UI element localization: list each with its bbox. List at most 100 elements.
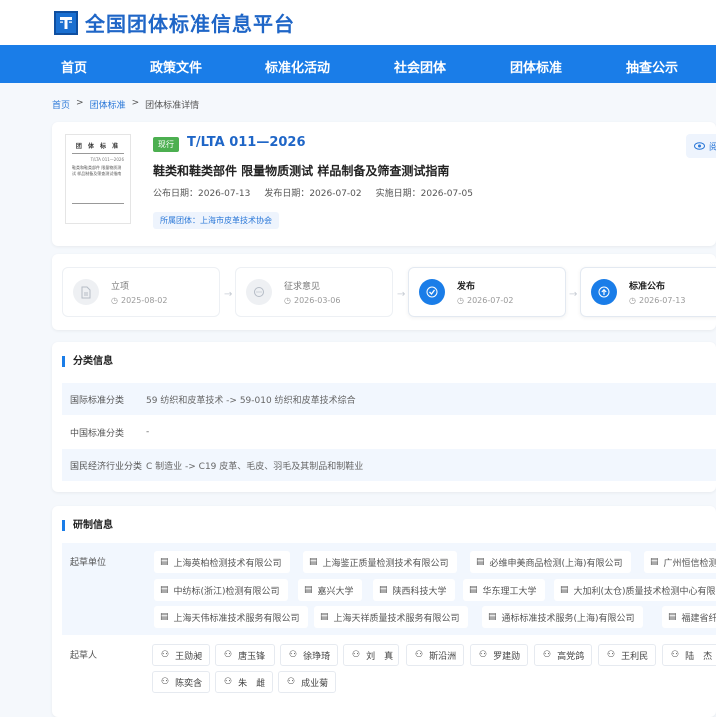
view-button[interactable]: 阅 (686, 134, 716, 158)
document-thumbnail[interactable]: 团 体 标 准 T/LTA 011—2026 鞋类和鞋类部件 限量物质测试 样品… (65, 134, 131, 224)
user-icon: ⚇ (479, 650, 488, 660)
drafting-unit[interactable]: ▤ 大加利(太仓)质量技术检测中心有限 (554, 579, 716, 601)
eye-icon (694, 142, 705, 150)
drafter-chip[interactable]: ⚇ 朱 雌 (215, 671, 273, 693)
implement-date: 实施日期：2026-07-05 (375, 189, 473, 199)
timeline-card: 立项 ◷ 2025-08-02 → 征求意见 ◷ 2026-03-06 → 发布 ◷… (52, 254, 716, 330)
drafting-unit[interactable]: ▤ 中纺标(浙江)检测有限公司 (154, 579, 288, 601)
upload-icon (591, 279, 617, 305)
timeline-step-publication: 标准公布 ◷ 2026-07-13 (580, 267, 716, 317)
standard-code: T/LTA 011—2026 (187, 135, 306, 150)
breadcrumb-home[interactable]: 首页 (52, 98, 70, 111)
classification-card: 分类信息 国际标准分类 59 纺织和皮革技术 -> 59-010 纺织和皮革技术… (52, 342, 716, 492)
standard-dates: 公布日期：2026-07-13 发布日期：2026-07-02 实施日期：202… (153, 186, 473, 199)
standard-summary-card: 团 体 标 准 T/LTA 011—2026 鞋类和鞋类部件 限量物质测试 样品… (52, 122, 716, 246)
drafting-unit[interactable]: ▤ 广州恒信检测 (644, 551, 716, 573)
breadcrumb-standards[interactable]: 团体标准 (90, 98, 126, 111)
user-icon: ⚇ (161, 677, 170, 687)
timeline-step-release: 发布 ◷ 2026-07-02 (408, 267, 566, 317)
drafter-chip[interactable]: ⚇ 徐琤琦 (280, 644, 338, 666)
drafting-unit[interactable]: ▤ 上海天伟标准技术服务有限公司 (154, 606, 308, 628)
drafting-unit[interactable]: ▤ 陕西科技大学 (373, 579, 455, 601)
drafter-chip[interactable]: ⚇ 王利民 (598, 644, 656, 666)
drafter-chip[interactable]: ⚇ 罗建勋 (470, 644, 528, 666)
drafting-unit[interactable]: ▤ 上海英柏检测技术有限公司 (154, 551, 290, 573)
drafting-unit[interactable]: ▤ 华东理工大学 (463, 579, 545, 601)
divider (72, 153, 124, 154)
classification-row-china: 中国标准分类 - (62, 416, 716, 448)
nav-item-policy[interactable]: 政策文件 (150, 57, 202, 76)
divider (72, 203, 124, 204)
breadcrumb-separator: > (131, 98, 140, 108)
row-value: C 制造业 -> C19 皮革、毛皮、羽毛及其制品和制鞋业 (146, 461, 364, 472)
clock-icon: ◷ (284, 296, 291, 305)
user-icon: ⚇ (224, 677, 233, 687)
building-icon: ▤ (160, 612, 169, 622)
publish-date: 公布日期：2026-07-13 (153, 189, 251, 199)
classification-row-international: 国际标准分类 59 纺织和皮革技术 -> 59-010 纺织和皮革技术综合 (62, 383, 716, 415)
building-icon: ▤ (668, 612, 677, 622)
drafter-chip[interactable]: ⚇ 刘 真 (343, 644, 399, 666)
drafting-unit[interactable]: ▤ 必维申美商品检测(上海)有限公司 (470, 551, 631, 573)
site-header: 全国团体标准信息平台 (0, 0, 716, 45)
clock-icon: ◷ (457, 296, 464, 305)
nav-item-inspection[interactable]: 抽查公示 (626, 57, 678, 76)
nav-item-organizations[interactable]: 社会团体 (394, 57, 446, 76)
site-logo-icon[interactable] (54, 10, 78, 35)
step-label: 发布 (457, 282, 476, 292)
thumbnail-code: T/LTA 011—2026 (90, 157, 124, 162)
site-title[interactable]: 全国团体标准信息平台 (85, 8, 295, 37)
document-icon (73, 279, 99, 305)
drafter-chip[interactable]: ⚇ 高党鸽 (534, 644, 592, 666)
user-icon: ⚇ (224, 650, 233, 660)
clock-icon: ◷ (629, 296, 636, 305)
drafting-unit[interactable]: ▤ 嘉兴大学 (298, 579, 362, 601)
clock-icon: ◷ (111, 296, 118, 305)
breadcrumb-separator: > (76, 98, 84, 108)
drafter-chip[interactable]: ⚇ 唐玉锋 (215, 644, 275, 666)
step-date: 2026-03-06 (293, 296, 341, 305)
drafter-chip[interactable]: ⚇ 陈奕含 (152, 671, 210, 693)
arrow-right-icon: → (569, 289, 578, 300)
nav-item-standards[interactable]: 团体标准 (510, 57, 562, 76)
building-icon: ▤ (160, 557, 169, 567)
building-icon: ▤ (469, 585, 478, 595)
timeline-step-comments: 征求意见 ◷ 2026-03-06 (235, 267, 393, 317)
building-icon: ▤ (160, 585, 169, 595)
drafting-unit[interactable]: ▤ 福建省纤 (662, 606, 716, 628)
user-icon: ⚇ (352, 650, 361, 660)
nav-item-home[interactable]: 首页 (61, 57, 87, 76)
standard-title: 鞋类和鞋类部件 限量物质测试 样品制备及筛查测试指南 (153, 164, 450, 178)
user-icon: ⚇ (543, 650, 552, 660)
building-icon: ▤ (560, 585, 569, 595)
release-date: 发布日期：2026-07-02 (264, 189, 362, 199)
building-icon: ▤ (304, 585, 313, 595)
building-icon: ▤ (650, 557, 659, 567)
status-badge: 现行 (153, 137, 179, 152)
arrow-right-icon: → (224, 289, 233, 300)
user-icon: ⚇ (161, 650, 170, 660)
step-label: 立项 (111, 282, 130, 292)
drafting-unit[interactable]: ▤ 上海天祥质量技术服务有限公司 (314, 606, 468, 628)
drafter-chip[interactable]: ⚇ 王勋昶 (152, 644, 210, 666)
building-icon: ▤ (379, 585, 388, 595)
breadcrumb: 首页 > 团体标准 > 团体标准详情 (52, 98, 199, 111)
drafter-chip[interactable]: ⚇ 斯沿洲 (406, 644, 464, 666)
building-icon: ▤ (309, 557, 318, 567)
step-date: 2026-07-02 (466, 296, 514, 305)
drafters-label: 起草人 (70, 651, 98, 661)
organization-link[interactable]: 所属团体：上海市皮革技术协会 (153, 212, 279, 229)
drafting-unit[interactable]: ▤ 通标标准技术服务(上海)有限公司 (482, 606, 643, 628)
main-nav (0, 45, 716, 83)
comment-icon (246, 279, 272, 305)
view-button-label: 阅 (709, 142, 716, 153)
drafter-chip[interactable]: ⚇ 成业菊 (278, 671, 336, 693)
user-icon: ⚇ (607, 650, 616, 660)
nav-item-activities[interactable]: 标准化活动 (265, 57, 330, 76)
step-date: 2026-07-13 (638, 296, 686, 305)
classification-row-industry: 国民经济行业分类 C 制造业 -> C19 皮革、毛皮、羽毛及其制品和制鞋业 (62, 449, 716, 481)
drafter-chip[interactable]: ⚇ 陆 杰 (662, 644, 716, 666)
section-title: 研制信息 (62, 520, 113, 531)
user-icon: ⚇ (289, 650, 298, 660)
drafting-unit[interactable]: ▤ 上海鉴正质量检测技术有限公司 (303, 551, 457, 573)
